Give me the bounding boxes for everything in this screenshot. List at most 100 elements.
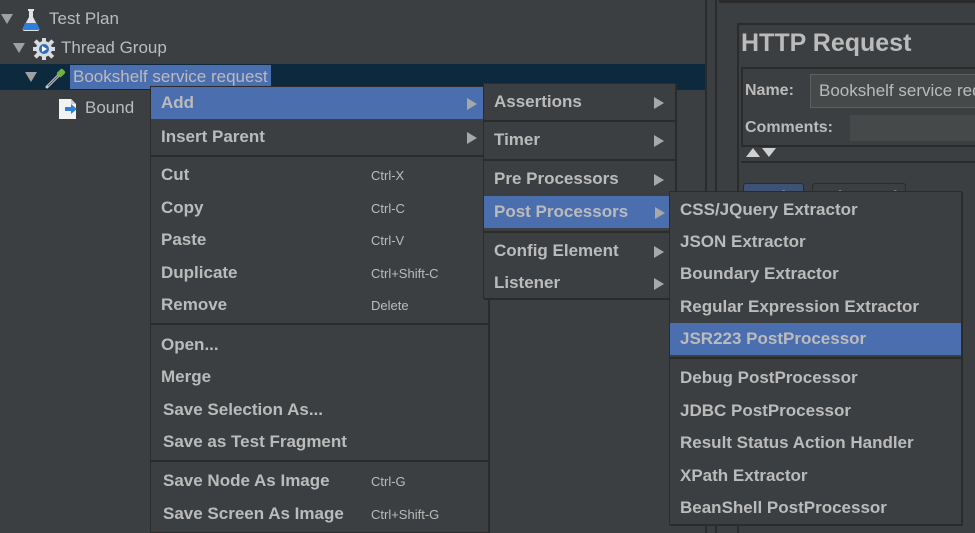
menu-item-label: Remove xyxy=(161,295,228,314)
menu-item-copy[interactable]: Copy Ctrl-C xyxy=(151,192,488,224)
menu-item-label: Open... xyxy=(161,335,219,354)
menu-separator xyxy=(151,460,488,462)
submenu-arrow-icon xyxy=(467,132,477,144)
menu-item-paste[interactable]: Paste Ctrl-V xyxy=(151,224,488,256)
shortcut-label: Delete xyxy=(371,297,409,313)
tree-node-thread-group[interactable]: Thread Group xyxy=(12,35,170,61)
menu-item-label: Config Element xyxy=(494,241,619,260)
menu-item-save-node-as-image[interactable]: Save Node As Image Ctrl-G xyxy=(151,465,488,497)
menu-item-save-screen-as-image[interactable]: Save Screen As Image Ctrl+Shift-G xyxy=(151,498,488,530)
expand-toggle-icon[interactable] xyxy=(12,42,26,54)
menu-item-add[interactable]: Add xyxy=(151,87,488,119)
shortcut-label: Ctrl-V xyxy=(371,232,405,248)
flask-icon xyxy=(20,8,42,31)
menu-item-xpath-extractor[interactable]: XPath Extractor xyxy=(670,460,961,492)
menu-item-label: Insert Parent xyxy=(161,127,265,146)
menu-item-insert-parent[interactable]: Insert Parent xyxy=(151,121,488,153)
menu-item-remove[interactable]: Remove Delete xyxy=(151,289,488,321)
submenu-arrow-icon xyxy=(654,135,664,147)
comments-label: Comments: xyxy=(745,119,834,136)
menu-item-save-selection-as[interactable]: Save Selection As... xyxy=(151,394,488,426)
context-menu: Add Insert Parent Cut Ctrl-X Copy Ctrl-C… xyxy=(150,86,489,533)
menu-item-cut[interactable]: Cut Ctrl-X xyxy=(151,159,488,191)
menu-separator xyxy=(484,231,675,233)
tree-node-test-plan[interactable]: Test Plan xyxy=(0,6,122,32)
panel-title: HTTP Request xyxy=(741,29,912,57)
submenu-arrow-icon xyxy=(654,97,664,109)
shortcut-label: Ctrl-C xyxy=(371,200,405,216)
menu-item-json-extractor[interactable]: JSON Extractor xyxy=(670,226,961,258)
name-field[interactable]: Bookshelf service request xyxy=(810,74,975,108)
menu-item-jdbc-postprocessor[interactable]: JDBC PostProcessor xyxy=(670,395,961,427)
menu-item-label: Save as Test Fragment xyxy=(163,432,347,451)
menu-item-label: XPath Extractor xyxy=(680,466,808,485)
gear-icon xyxy=(32,37,55,60)
menu-separator xyxy=(484,159,675,161)
menu-item-post-processors[interactable]: Post Processors xyxy=(484,196,676,228)
submenu-arrow-icon xyxy=(654,278,664,290)
post-processors-submenu: CSS/JQuery Extractor JSON Extractor Boun… xyxy=(669,191,962,525)
menu-item-regular-expression-extractor[interactable]: Regular Expression Extractor xyxy=(670,291,961,323)
menu-item-jsr223-postprocessor[interactable]: JSR223 PostProcessor xyxy=(670,323,961,355)
menu-separator xyxy=(484,120,675,122)
menu-item-label: BeanShell PostProcessor xyxy=(680,498,887,517)
shortcut-label: Ctrl+Shift-G xyxy=(371,506,440,522)
comments-field[interactable] xyxy=(850,115,975,141)
menu-item-label: JDBC PostProcessor xyxy=(680,401,852,420)
menu-item-label: Save Node As Image xyxy=(163,471,330,490)
name-comments-box: Name: Bookshelf service request Comments… xyxy=(741,67,975,147)
menu-item-label: Debug PostProcessor xyxy=(680,368,858,387)
menu-item-label: JSON Extractor xyxy=(680,232,806,251)
menu-item-label: Copy xyxy=(161,198,204,217)
menu-item-save-as-test-fragment[interactable]: Save as Test Fragment xyxy=(151,426,488,458)
pipette-icon xyxy=(44,66,66,89)
menu-item-label: CSS/JQuery Extractor xyxy=(680,200,858,219)
expand-toggle-icon[interactable] xyxy=(0,13,14,25)
menu-item-open[interactable]: Open... xyxy=(151,329,488,361)
menu-item-boundary-extractor[interactable]: Boundary Extractor xyxy=(670,258,961,290)
shortcut-label: Ctrl-G xyxy=(371,473,406,489)
menu-item-debug-postprocessor[interactable]: Debug PostProcessor xyxy=(670,362,961,394)
add-submenu: Assertions Timer Pre Processors Post Pro… xyxy=(483,83,676,299)
menu-item-pre-processors[interactable]: Pre Processors xyxy=(484,163,675,195)
menu-item-label: Save Screen As Image xyxy=(163,504,344,523)
expand-down-icon xyxy=(762,148,776,157)
collapse-toggle[interactable] xyxy=(745,145,785,157)
menu-item-label: Pre Processors xyxy=(494,169,619,188)
menu-item-timer[interactable]: Timer xyxy=(484,124,675,156)
expand-toggle-icon[interactable] xyxy=(24,71,38,83)
menu-item-label: Boundary Extractor xyxy=(680,264,839,283)
menu-separator xyxy=(670,357,961,359)
menu-item-result-status-action-handler[interactable]: Result Status Action Handler xyxy=(670,427,961,459)
menu-item-label: Result Status Action Handler xyxy=(680,433,914,452)
tree-node-boundary-extractor[interactable]: Bound xyxy=(56,95,137,121)
menu-item-beanshell-postprocessor[interactable]: BeanShell PostProcessor xyxy=(670,492,961,524)
shortcut-label: Ctrl+Shift-C xyxy=(371,265,439,281)
submenu-arrow-icon xyxy=(654,174,664,186)
submenu-arrow-icon xyxy=(467,98,477,110)
menu-item-listener[interactable]: Listener xyxy=(484,267,675,299)
menu-item-label: Duplicate xyxy=(161,263,238,282)
menu-item-label: Cut xyxy=(161,165,190,184)
menu-separator xyxy=(151,323,488,325)
extractor-document-icon xyxy=(56,97,78,119)
submenu-arrow-icon xyxy=(655,207,665,219)
menu-item-assertions[interactable]: Assertions xyxy=(484,86,675,118)
menu-item-label: Save Selection As... xyxy=(163,400,323,419)
tree-node-label: Bound xyxy=(85,98,135,117)
menu-separator xyxy=(151,155,488,157)
menu-item-css-jquery-extractor[interactable]: CSS/JQuery Extractor xyxy=(670,194,961,226)
menu-item-merge[interactable]: Merge xyxy=(151,361,488,393)
submenu-arrow-icon xyxy=(654,246,664,258)
menu-item-duplicate[interactable]: Duplicate Ctrl+Shift-C xyxy=(151,257,488,289)
name-label: Name: xyxy=(745,82,794,99)
tree-node-label: Thread Group xyxy=(61,38,167,57)
menu-item-label: Merge xyxy=(161,367,212,386)
tree-node-label: Test Plan xyxy=(49,9,119,28)
menu-item-label: Listener xyxy=(494,273,561,292)
menu-item-label: JSR223 PostProcessor xyxy=(680,329,867,348)
menu-item-label: Assertions xyxy=(494,92,582,111)
menu-item-label: Paste xyxy=(161,230,207,249)
menu-item-label: Timer xyxy=(494,130,540,149)
menu-item-config-element[interactable]: Config Element xyxy=(484,235,675,267)
